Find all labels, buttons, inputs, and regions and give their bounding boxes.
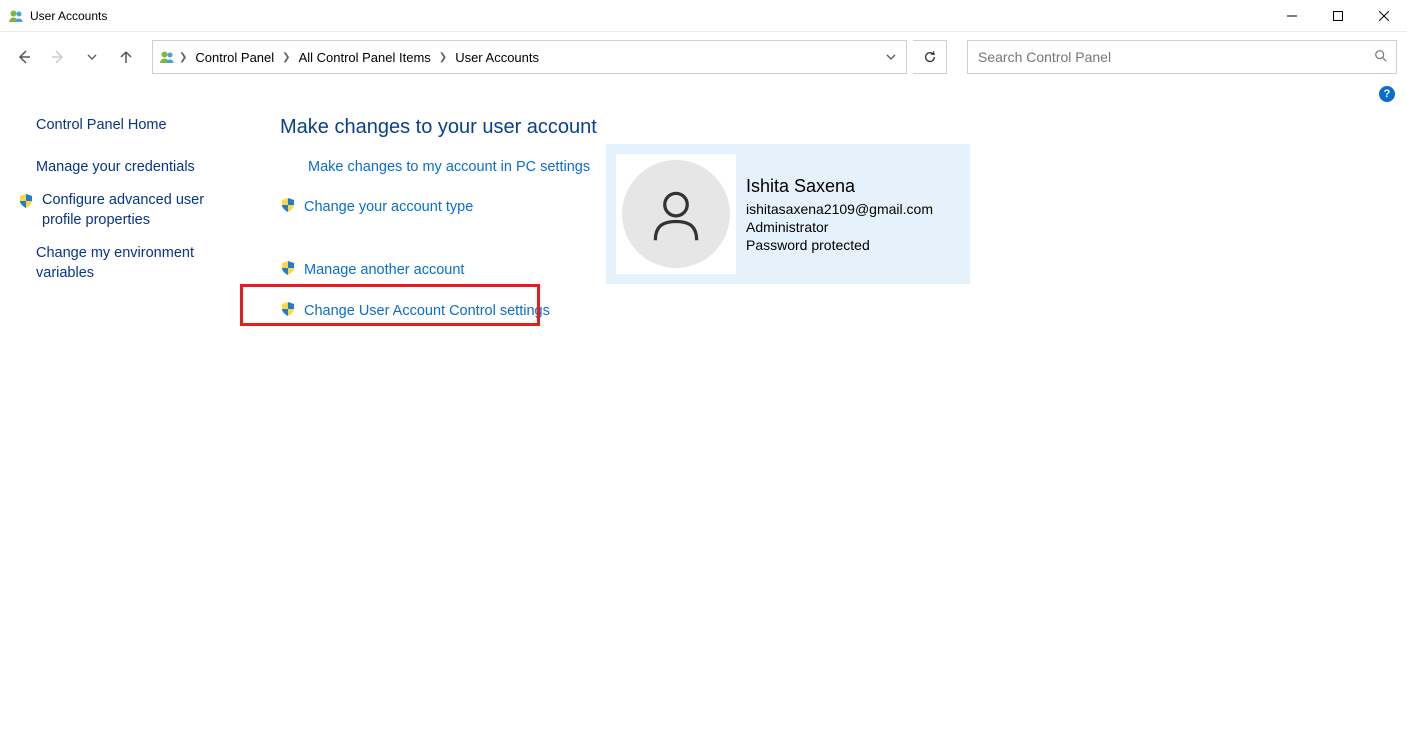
toolbar: ❯ Control Panel ❯ All Control Panel Item… bbox=[0, 32, 1407, 82]
sidebar-configure-advanced-profile[interactable]: Configure advanced user profile properti… bbox=[16, 181, 230, 234]
sidebar-item-label: Change my environment variables bbox=[36, 244, 230, 283]
refresh-button[interactable] bbox=[913, 40, 947, 74]
close-button[interactable] bbox=[1361, 0, 1407, 32]
link-change-uac-settings[interactable]: Change User Account Control settings bbox=[280, 301, 1407, 320]
breadcrumb-label: All Control Panel Items bbox=[299, 50, 431, 65]
recent-locations-button[interactable] bbox=[78, 43, 106, 71]
avatar-placeholder-icon bbox=[622, 160, 730, 268]
sidebar-item-label: Control Panel Home bbox=[36, 116, 167, 136]
chevron-right-icon: ❯ bbox=[179, 52, 187, 63]
address-dropdown-button[interactable] bbox=[882, 50, 900, 65]
sidebar-item-label: Configure advanced user profile properti… bbox=[42, 191, 230, 230]
shield-icon bbox=[280, 197, 296, 216]
search-input[interactable] bbox=[976, 48, 1374, 66]
sidebar: Control Panel Home Manage your credentia… bbox=[0, 102, 240, 342]
user-card: Ishita Saxena ishitasaxena2109@gmail.com… bbox=[606, 144, 970, 284]
forward-button[interactable] bbox=[44, 43, 72, 71]
user-name: Ishita Saxena bbox=[746, 176, 933, 197]
action-link-label: Change User Account Control settings bbox=[304, 303, 550, 319]
shield-icon bbox=[16, 191, 36, 209]
maximize-button[interactable] bbox=[1315, 0, 1361, 32]
breadcrumb-control-panel[interactable]: Control Panel bbox=[191, 50, 278, 65]
help-row: ? bbox=[0, 82, 1407, 102]
address-bar[interactable]: ❯ Control Panel ❯ All Control Panel Item… bbox=[152, 40, 907, 74]
user-accounts-icon bbox=[159, 49, 175, 65]
user-accounts-icon bbox=[8, 8, 24, 24]
user-role: Administrator bbox=[746, 219, 933, 235]
shield-icon bbox=[280, 301, 296, 320]
content-area: Control Panel Home Manage your credentia… bbox=[0, 102, 1407, 342]
user-protection: Password protected bbox=[746, 237, 933, 253]
sidebar-manage-credentials[interactable]: Manage your credentials bbox=[16, 140, 230, 182]
avatar bbox=[616, 154, 736, 274]
window-title: User Accounts bbox=[30, 9, 107, 23]
action-link-label: Make changes to my account in PC setting… bbox=[308, 159, 590, 175]
action-link-label: Manage another account bbox=[304, 262, 464, 278]
breadcrumb-user-accounts[interactable]: User Accounts bbox=[451, 50, 543, 65]
chevron-right-icon: ❯ bbox=[439, 52, 447, 63]
breadcrumb-all-items[interactable]: All Control Panel Items bbox=[295, 50, 435, 65]
minimize-button[interactable] bbox=[1269, 0, 1315, 32]
user-info: Ishita Saxena ishitasaxena2109@gmail.com… bbox=[746, 176, 933, 253]
breadcrumb-label: User Accounts bbox=[455, 50, 539, 65]
breadcrumb-label: Control Panel bbox=[195, 50, 274, 65]
main-panel: Make changes to your user account Make c… bbox=[240, 102, 1407, 342]
titlebar: User Accounts bbox=[0, 0, 1407, 32]
user-email: ishitasaxena2109@gmail.com bbox=[746, 201, 933, 217]
action-link-label: Change your account type bbox=[304, 199, 473, 215]
sidebar-item-label: Manage your credentials bbox=[36, 158, 195, 178]
help-icon[interactable]: ? bbox=[1379, 86, 1395, 102]
sidebar-change-env-vars[interactable]: Change my environment variables bbox=[16, 234, 230, 287]
shield-icon bbox=[280, 260, 296, 279]
chevron-right-icon: ❯ bbox=[282, 52, 290, 63]
up-button[interactable] bbox=[112, 43, 140, 71]
back-button[interactable] bbox=[10, 43, 38, 71]
search-box[interactable] bbox=[967, 40, 1397, 74]
page-heading: Make changes to your user account bbox=[280, 116, 1407, 139]
search-icon bbox=[1374, 49, 1388, 66]
sidebar-control-panel-home[interactable]: Control Panel Home bbox=[16, 106, 230, 140]
